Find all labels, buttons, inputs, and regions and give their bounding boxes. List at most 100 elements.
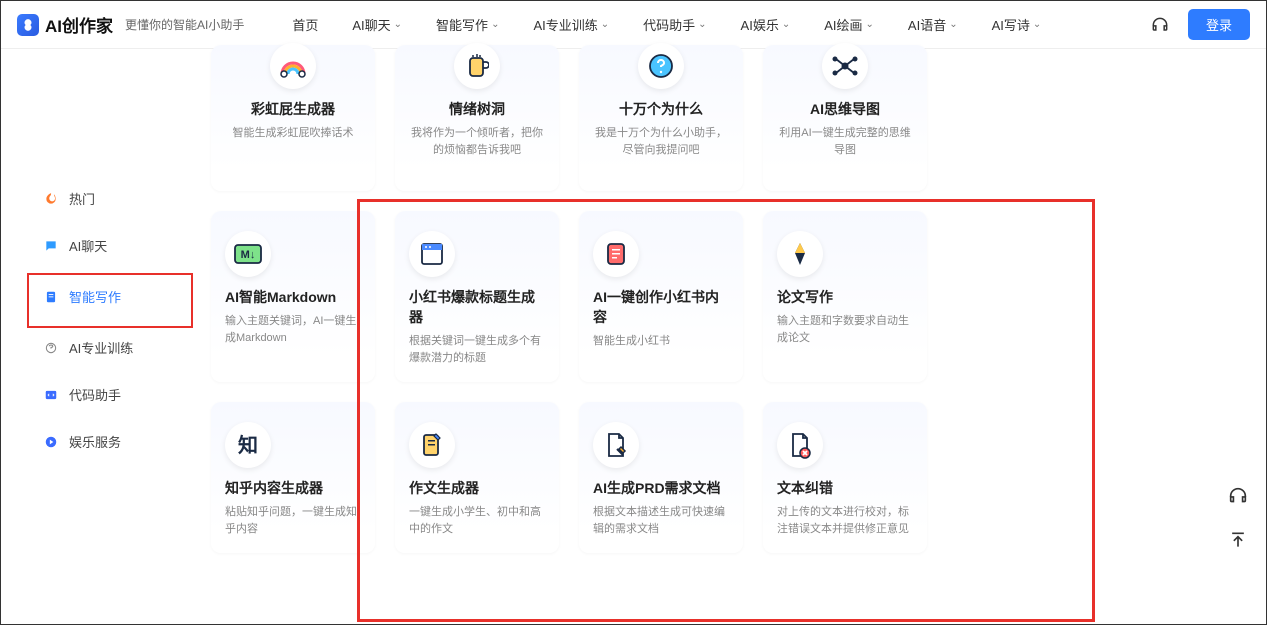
- card-desc: 智能生成小红书: [593, 333, 729, 350]
- sidebar-highlight: 智能写作: [27, 273, 193, 328]
- card-window[interactable]: 小红书爆款标题生成器根据关键词一键生成多个有爆款潜力的标题: [395, 211, 559, 382]
- card-title: AI智能Markdown: [225, 287, 361, 307]
- card-question[interactable]: 十万个为什么我是十万个为什么小助手，尽管向我提问吧: [579, 45, 743, 191]
- logo-text: AI创作家: [45, 12, 113, 37]
- nav-item-1[interactable]: AI聊天⌄: [352, 15, 402, 34]
- card-desc: 根据关键词一键生成多个有爆款潜力的标题: [409, 333, 545, 366]
- chevron-down-icon: ⌄: [698, 19, 706, 30]
- nav-label: 智能写作: [436, 15, 488, 34]
- float-buttons: [1224, 482, 1252, 554]
- card-title: 彩虹屁生成器: [225, 99, 361, 119]
- sidebar-label: 代码助手: [69, 385, 121, 404]
- back-to-top-icon[interactable]: [1224, 526, 1252, 554]
- sidebar-item-4[interactable]: 代码助手: [31, 375, 201, 414]
- nav-item-5[interactable]: AI娱乐⌄: [741, 15, 791, 34]
- nav-item-6[interactable]: AI绘画 ⌄: [824, 15, 874, 34]
- card-pen[interactable]: 论文写作输入主题和字数要求自动生成论文: [763, 211, 927, 382]
- fire-icon: [43, 191, 59, 207]
- card-title: 知乎内容生成器: [225, 478, 361, 498]
- sidebar-item-2[interactable]: 智能写作: [31, 277, 189, 316]
- svg-text:M↓: M↓: [241, 249, 256, 261]
- card-prd[interactable]: AI生成PRD需求文档根据文本描述生成可快速编辑的需求文档: [579, 402, 743, 553]
- card-title: AI思维导图: [777, 99, 913, 119]
- card-desc: 输入主题和字数要求自动生成论文: [777, 313, 913, 346]
- card-desc: 我将作为一个倾听者，把你的烦恼都告诉我吧: [409, 125, 545, 158]
- support-icon[interactable]: [1224, 482, 1252, 510]
- tagline: 更懂你的智能AI小助手: [125, 16, 244, 33]
- chevron-down-icon: ⌄: [782, 19, 790, 30]
- nav-label: AI绘画: [824, 15, 862, 34]
- prd-icon: [593, 422, 639, 468]
- card-title: 情绪树洞: [409, 99, 545, 119]
- chevron-down-icon: ⌄: [394, 19, 402, 30]
- markdown-icon: M↓: [225, 231, 271, 277]
- nav-item-8[interactable]: AI写诗⌄: [992, 15, 1042, 34]
- chat-icon: [43, 238, 59, 254]
- zhi-icon: 知: [225, 422, 271, 468]
- chevron-down-icon: ⌄: [866, 19, 874, 30]
- play-icon: [43, 434, 59, 450]
- login-button[interactable]: 登录: [1188, 9, 1250, 40]
- card-desc: 根据文本描述生成可快速编辑的需求文档: [593, 504, 729, 537]
- note-icon: [593, 231, 639, 277]
- top-nav: 首页AI聊天⌄智能写作⌄AI专业训练⌄代码助手⌄AI娱乐⌄AI绘画⌄AI语音⌄A…: [292, 15, 1150, 34]
- logo-area[interactable]: AI创作家: [17, 12, 113, 37]
- sidebar-item-5[interactable]: 娱乐服务: [31, 422, 201, 461]
- nav-item-2[interactable]: 智能写作⌄: [436, 15, 499, 34]
- card-mindmap[interactable]: AI思维导图利用AI一键生成完整的思维导图: [763, 45, 927, 191]
- chevron-down-icon: ⌄: [949, 19, 957, 30]
- nav-label: AI写诗: [992, 15, 1030, 34]
- code-icon: [43, 387, 59, 403]
- card-error[interactable]: 文本纠错对上传的文本进行校对，标注错误文本并提供修正意见: [763, 402, 927, 553]
- sidebar-label: AI专业训练: [69, 338, 133, 357]
- content: 彩虹屁生成器智能生成彩虹屁吹捧话术 情绪树洞我将作为一个倾听者，把你的烦恼都告诉我…: [201, 49, 1266, 624]
- nav-item-7[interactable]: AI语音⌄: [908, 15, 958, 34]
- error-icon: [777, 422, 823, 468]
- window-icon: [409, 231, 455, 277]
- card-desc: 输入主题关键词，AI一键生成Markdown: [225, 313, 361, 346]
- nav-item-3[interactable]: AI专业训练⌄: [533, 15, 609, 34]
- nav-label: 首页: [292, 15, 318, 34]
- card-note[interactable]: AI一键创作小红书内容智能生成小红书: [579, 211, 743, 382]
- card-title: AI一键创作小红书内容: [593, 287, 729, 327]
- brain-icon: [43, 340, 59, 356]
- card-title: 论文写作: [777, 287, 913, 307]
- rainbow-icon: [270, 43, 316, 89]
- card-desc: 利用AI一键生成完整的思维导图: [777, 125, 913, 158]
- headset-icon[interactable]: [1150, 15, 1170, 35]
- card-title: 十万个为什么: [593, 99, 729, 119]
- card-desc: 一键生成小学生、初中和高中的作文: [409, 504, 545, 537]
- nav-item-4[interactable]: 代码助手⌄: [643, 15, 706, 34]
- card-rainbow[interactable]: 彩虹屁生成器智能生成彩虹屁吹捧话术: [211, 45, 375, 191]
- nav-item-0[interactable]: 首页: [292, 15, 318, 34]
- card-title: AI生成PRD需求文档: [593, 478, 729, 498]
- nav-label: 代码助手: [643, 15, 695, 34]
- card-title: 作文生成器: [409, 478, 545, 498]
- cards-row-top: 彩虹屁生成器智能生成彩虹屁吹捧话术情绪树洞我将作为一个倾听者，把你的烦恼都告诉我…: [211, 45, 1236, 191]
- sidebar-item-1[interactable]: AI聊天: [31, 226, 201, 265]
- sidebar-item-3[interactable]: AI专业训练: [31, 328, 201, 367]
- main: 热门 AI聊天智能写作 AI专业训练代码助手娱乐服务 彩虹屁生成器智能生成彩虹屁吹捧…: [1, 49, 1266, 624]
- logo-icon: [17, 14, 39, 36]
- sidebar-item-0[interactable]: 热门: [31, 179, 201, 218]
- card-markdown[interactable]: M↓ AI智能Markdown 输入主题关键词，AI一键生成Markdown: [211, 211, 375, 382]
- essay-icon: [409, 422, 455, 468]
- card-cup[interactable]: 情绪树洞我将作为一个倾听者，把你的烦恼都告诉我吧: [395, 45, 559, 191]
- card-desc: 智能生成彩虹屁吹捧话术: [225, 125, 361, 142]
- sidebar-label: AI聊天: [69, 236, 107, 255]
- card-zhi[interactable]: 知知乎内容生成器粘贴知乎问题，一键生成知乎内容: [211, 402, 375, 553]
- card-title: 文本纠错: [777, 478, 913, 498]
- cards-row-mid: M↓ AI智能Markdown 输入主题关键词，AI一键生成Markdown 小红书爆…: [211, 211, 1236, 382]
- chevron-down-icon: ⌄: [601, 19, 609, 30]
- sidebar-label: 智能写作: [69, 287, 121, 306]
- card-desc: 粘贴知乎问题，一键生成知乎内容: [225, 504, 361, 537]
- cup-icon: [454, 43, 500, 89]
- sidebar-label: 娱乐服务: [69, 432, 121, 451]
- question-icon: [638, 43, 684, 89]
- header-right: 登录: [1150, 9, 1250, 40]
- nav-label: AI语音: [908, 15, 946, 34]
- chevron-down-icon: ⌄: [1033, 19, 1041, 30]
- nav-label: AI娱乐: [741, 15, 779, 34]
- doc-icon: [43, 289, 59, 305]
- card-essay[interactable]: 作文生成器一键生成小学生、初中和高中的作文: [395, 402, 559, 553]
